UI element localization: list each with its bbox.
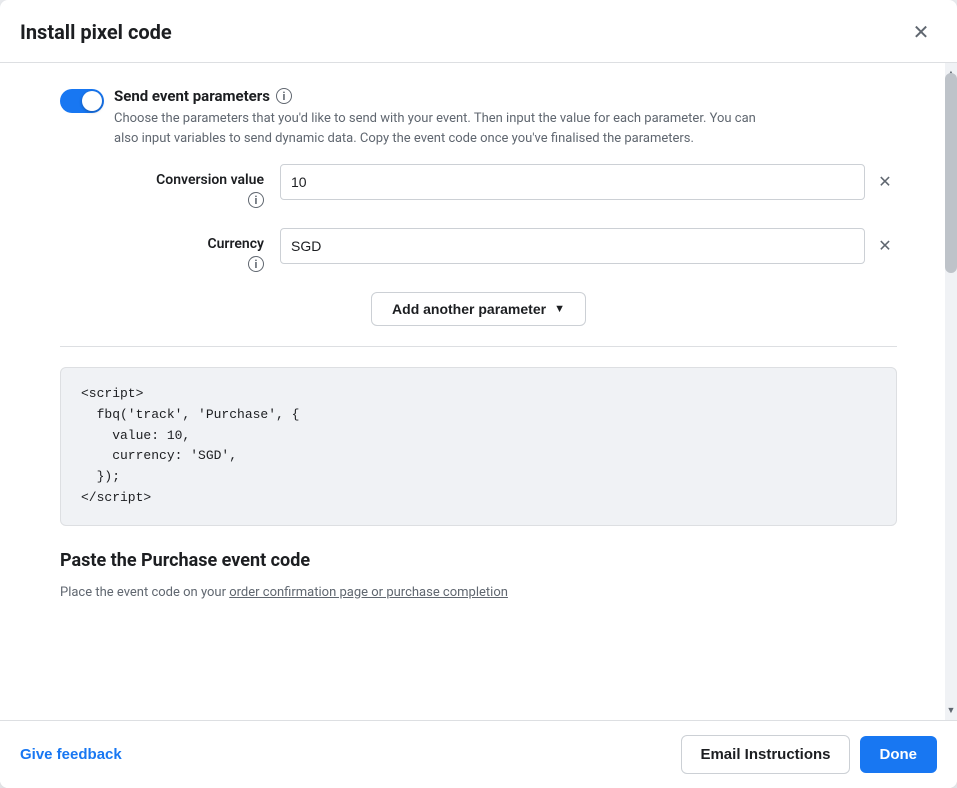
scroll-down-arrow[interactable]: ▼ [945,700,957,720]
param-label-area-currency: Currency i [60,228,280,272]
conversion-value-input[interactable] [280,164,865,200]
toggle-description: Choose the parameters that you'd like to… [114,109,774,148]
close-icon: ✕ [913,20,930,45]
modal-header: Install pixel code ✕ [0,0,957,63]
param-input-area-currency: ✕ [280,228,897,264]
conversion-clear-button[interactable]: ✕ [873,170,897,194]
modal-title: Install pixel code [20,20,172,44]
chevron-down-icon: ▼ [554,303,565,315]
paste-title: Paste the Purchase event code [60,550,897,571]
currency-info-icon[interactable]: i [248,256,264,272]
feedback-button[interactable]: Give feedback [20,746,122,763]
currency-value-input[interactable] [280,228,865,264]
param-label-area-conversion: Conversion value i [60,164,280,208]
modal-footer: Give feedback Email Instructions Done [0,720,957,788]
close-button[interactable]: ✕ [905,16,937,48]
param-row-conversion: Conversion value i ✕ [60,164,897,208]
send-event-toggle[interactable] [60,89,104,113]
param-input-area-conversion: ✕ [280,164,897,200]
modal-body[interactable]: Send event parameters i Choose the param… [0,63,957,720]
toggle-info-icon[interactable]: i [276,88,292,104]
currency-clear-button[interactable]: ✕ [873,234,897,258]
param-label-conversion: Conversion value [60,172,264,188]
bottom-spacer [60,602,897,642]
footer-right: Email Instructions Done [681,735,937,774]
modal: Install pixel code ✕ Send event paramete… [0,0,957,788]
param-row-currency: Currency i ✕ [60,228,897,272]
toggle-label-area: Send event parameters i Choose the param… [114,87,774,148]
conversion-info-icon[interactable]: i [248,192,264,208]
clear-icon: ✕ [878,172,891,192]
paste-link[interactable]: order confirmation page or purchase comp… [229,585,508,600]
add-param-label: Add another parameter [392,301,546,317]
param-label-currency: Currency [60,236,264,252]
paste-description: Place the event code on your order confi… [60,583,897,603]
content-area: Send event parameters i Choose the param… [0,63,957,662]
toggle-title: Send event parameters i [114,87,774,105]
done-button[interactable]: Done [860,736,938,773]
toggle-row: Send event parameters i Choose the param… [60,87,897,148]
add-param-row: Add another parameter ▼ [60,292,897,326]
code-block: <script> fbq('track', 'Purchase', { valu… [60,367,897,526]
add-param-button[interactable]: Add another parameter ▼ [371,292,586,326]
clear-icon-2: ✕ [878,236,891,256]
divider-1 [60,346,897,347]
email-instructions-button[interactable]: Email Instructions [681,735,849,774]
